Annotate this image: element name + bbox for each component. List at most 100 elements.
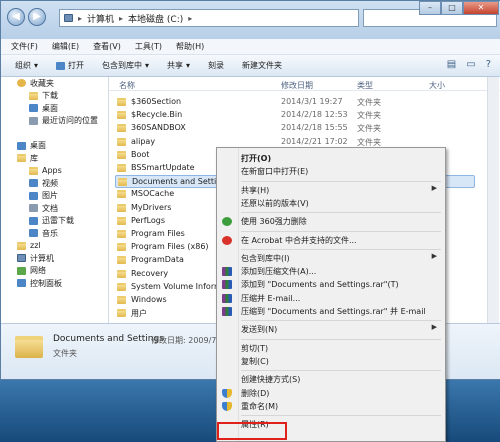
view-options-icon[interactable]: ▤ [447,59,456,70]
share-button[interactable]: 共享 ▾ [167,60,190,71]
file-date: 2014/2/21 17:02 [281,136,348,146]
menu-item[interactable]: 创建快捷方式(S) [217,373,445,386]
sidebar-item[interactable]: 视频 [1,177,108,190]
menu-item[interactable]: 剪切(T) [217,342,445,355]
folder-icon [117,164,126,172]
column-size[interactable]: 大小 [429,80,445,91]
shield-icon [222,401,232,411]
menu-view[interactable]: 查看(V) [93,41,121,52]
new-folder-button[interactable]: 新建文件夹 [242,60,282,71]
organize-button[interactable]: 组织 ▾ [15,60,38,71]
file-name: alipay [131,136,156,146]
menu-item[interactable]: 共享(H) ▶ [217,184,445,197]
menu-item[interactable]: 重命名(M) [217,400,445,413]
column-name[interactable]: 名称 [119,80,135,91]
menu-item-label: 共享(H) [241,185,270,195]
sidebar-item[interactable]: 网络 [1,265,108,278]
include-in-library-button[interactable]: 包含到库中 ▾ [102,60,149,71]
folder-icon [117,282,126,291]
sidebar-item[interactable]: 控制面板 [1,277,108,290]
recent-icon [29,116,38,125]
sidebar-item[interactable]: 收藏夹 [1,77,108,90]
folder-icon [117,111,126,120]
folder-icon [15,336,43,358]
file-date: 2014/2/18 15:55 [281,123,348,133]
file-row[interactable]: 360SANDBOX 2014/2/18 15:55 文件夹 [115,122,475,135]
menu-item[interactable]: 包含到库中(I) ▶ [217,252,445,265]
column-date[interactable]: 修改日期 [281,80,313,91]
menu-item[interactable]: 打开(O) [217,152,445,165]
file-row[interactable]: $360Section 2014/3/1 19:27 文件夹 [115,96,475,109]
folder-icon [117,296,126,304]
sidebar-item[interactable]: 下载 [1,90,108,103]
menu-item-label: 添加到压缩文件(A)... [241,267,317,277]
help-icon[interactable]: ? [486,59,491,70]
menu-item[interactable]: 压缩到 "Documents and Settings.rar" 并 E-mai… [217,305,445,318]
menu-item[interactable]: 使用 360强力删除 [217,215,445,228]
file-name: Boot [131,149,150,159]
music-icon [29,229,38,238]
preview-pane-icon[interactable]: ▭ [466,59,475,70]
burn-button[interactable]: 刻录 [208,60,224,71]
sidebar-item-label: 桌面 [42,103,58,113]
menu-tools[interactable]: 工具(T) [135,41,162,52]
sidebar-item[interactable]: 文档 [1,202,108,215]
menu-item-label: 重命名(M) [241,401,279,411]
menu-item[interactable]: 复制(C) [217,355,445,368]
menu-item[interactable]: 还原以前的版本(V) [217,197,445,210]
sidebar-item[interactable]: 桌面 [1,140,108,153]
maximize-button[interactable]: □ [441,1,463,15]
sidebar-item[interactable]: 音乐 [1,227,108,240]
control-panel-icon [17,279,26,288]
navigation-pane: 收藏夹 下载 桌面 最近访问的位置 桌面库 Apps 视频 图片 文档 迅雷下载 音乐 zzl 计算机网… [1,77,109,323]
folder-icon [117,256,126,265]
open-button[interactable]: 打开 [56,60,84,71]
sidebar-item[interactable]: 计算机 [1,252,108,265]
folder-icon [117,243,126,252]
view-controls: ▤ ▭ ? [447,59,491,70]
folder-icon [117,269,126,278]
sidebar-item[interactable]: 库 [1,152,108,165]
menu-help[interactable]: 帮助(H) [176,41,204,52]
column-type[interactable]: 类型 [357,80,373,91]
file-row[interactable]: $Recycle.Bin 2014/2/18 12:53 文件夹 [115,109,475,122]
menu-item[interactable]: 添加到 "Documents and Settings.rar"(T) [217,278,445,291]
menu-separator [241,320,441,322]
sidebar-item-label: 图片 [42,191,58,201]
menu-item[interactable]: 在新窗口中打开(E) [217,165,445,178]
user-icon [17,241,26,250]
back-button[interactable]: ◀ [7,8,25,26]
vertical-scrollbar[interactable] [487,77,499,323]
menu-edit[interactable]: 编辑(E) [52,41,79,52]
sidebar-item[interactable]: 最近访问的位置 [1,115,108,128]
menu-file[interactable]: 文件(F) [11,41,38,52]
details-type: 文件夹 [53,349,77,358]
forward-button[interactable]: ▶ [28,8,46,26]
breadcrumb-computer[interactable]: 计算机 [87,12,114,25]
sidebar-item[interactable]: Apps [1,165,108,178]
menu-item-label: 还原以前的版本(V) [241,198,309,208]
computer-icon [64,14,73,22]
q360-icon [222,217,232,227]
folder-icon [117,98,126,106]
menu-item[interactable]: 添加到压缩文件(A)... [217,265,445,278]
menu-item-label: 剪切(T) [241,343,269,353]
menu-item[interactable]: 发送到(N) ▶ [217,323,445,336]
acrobat-icon [222,235,232,245]
menu-item[interactable]: 压缩并 E-mail... [217,292,445,305]
sidebar-item[interactable]: zzl [1,240,108,253]
include-label: 包含到库中 [102,61,143,70]
menu-item[interactable]: 在 Acrobat 中合并支持的文件... [217,234,445,247]
address-bar[interactable]: ▸ 计算机 ▸ 本地磁盘 (C:) ▸ [59,9,359,27]
rar-icon [222,293,232,303]
sidebar-item[interactable]: 桌面 [1,102,108,115]
computer-icon [17,254,26,263]
sidebar-item[interactable]: 图片 [1,190,108,203]
document-icon [29,204,38,213]
minimize-button[interactable]: – [419,1,441,15]
sidebar-item[interactable]: 迅雷下载 [1,215,108,228]
close-button[interactable]: ✕ [463,1,499,15]
menu-separator [241,180,441,182]
menu-item[interactable]: 删除(D) [217,387,445,400]
breadcrumb-drive-c[interactable]: 本地磁盘 (C:) [128,12,183,25]
